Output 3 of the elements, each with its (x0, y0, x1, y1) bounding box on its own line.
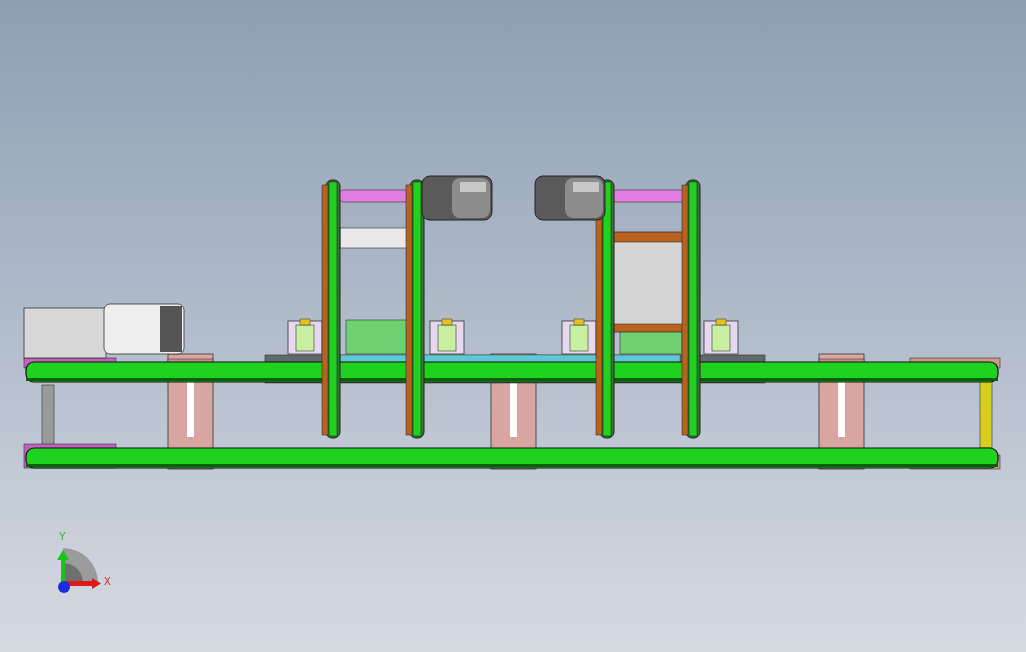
x-axis-label: X (104, 577, 111, 587)
axis-triad-icon (57, 548, 101, 593)
y-axis-label: Y (59, 532, 66, 542)
